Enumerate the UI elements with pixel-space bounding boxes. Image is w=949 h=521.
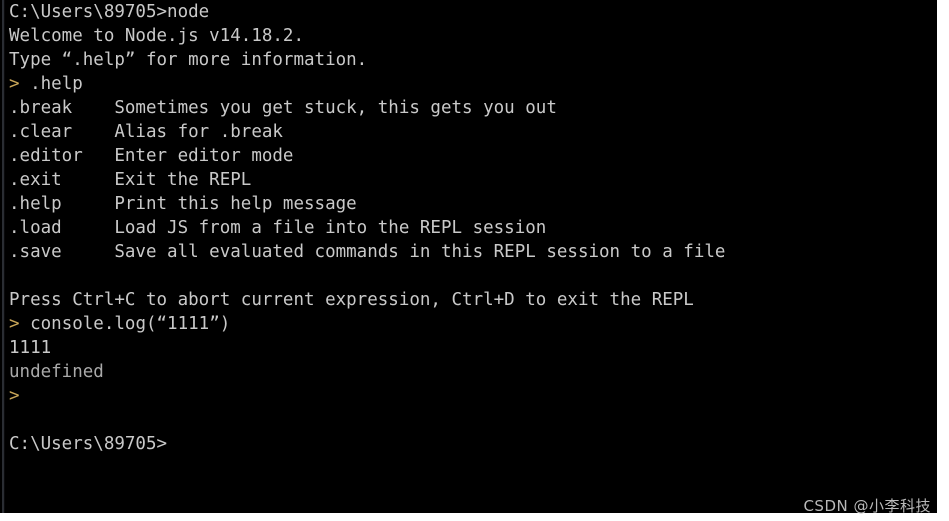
repl-prompt-caret: > [9, 386, 20, 406]
console-line-repl-cmd-log: > console.log(“1111”) [9, 312, 937, 336]
console-line-type-help-hint: Type “.help” for more information. [9, 50, 368, 70]
console-window[interactable]: C:\Users\89705>node Welcome to Node.js v1… [0, 0, 937, 513]
console-line-welcome: Welcome to Node.js v14.18.2. [9, 26, 305, 46]
csdn-watermark: CSDN @小李科技 [803, 497, 931, 515]
console-line-output-1111: 1111 [9, 338, 52, 358]
console-line-repl-cmd-help: > .help [9, 72, 937, 96]
repl-command-text: .help [19, 74, 83, 94]
console-line-help-save: .save Save all evaluated commands in thi… [9, 242, 726, 262]
console-line-blank-2 [9, 408, 937, 432]
console-line-help-clear: .clear Alias for .break [9, 122, 283, 142]
window-left-border-inner [4, 0, 5, 513]
console-line-abort-hint: Press Ctrl+C to abort current expression… [9, 290, 694, 310]
console-line-cmd-node: C:\Users\89705>node [9, 2, 210, 22]
console-line-output-undefined: undefined [9, 362, 104, 382]
console-line-help-break: .break Sometimes you get stuck, this get… [9, 98, 557, 118]
console-line-help-load: .load Load JS from a file into the REPL … [9, 218, 547, 238]
console-line-repl-prompt-idle: > [9, 384, 937, 408]
repl-prompt-caret: > [9, 314, 20, 334]
console-output-buffer[interactable]: C:\Users\89705>node Welcome to Node.js v1… [9, 0, 937, 456]
console-line-help-exit: .exit Exit the REPL [9, 170, 252, 190]
repl-command-text: console.log(“1111”) [19, 314, 231, 334]
console-line-blank-1 [9, 264, 937, 288]
console-line-shell-prompt: C:\Users\89705> [9, 434, 168, 454]
repl-prompt-caret: > [9, 74, 20, 94]
terminal-screenshot: C:\Users\89705>node Welcome to Node.js v1… [0, 0, 949, 521]
console-line-help-help: .help Print this help message [9, 194, 357, 214]
console-line-help-editor: .editor Enter editor mode [9, 146, 294, 166]
